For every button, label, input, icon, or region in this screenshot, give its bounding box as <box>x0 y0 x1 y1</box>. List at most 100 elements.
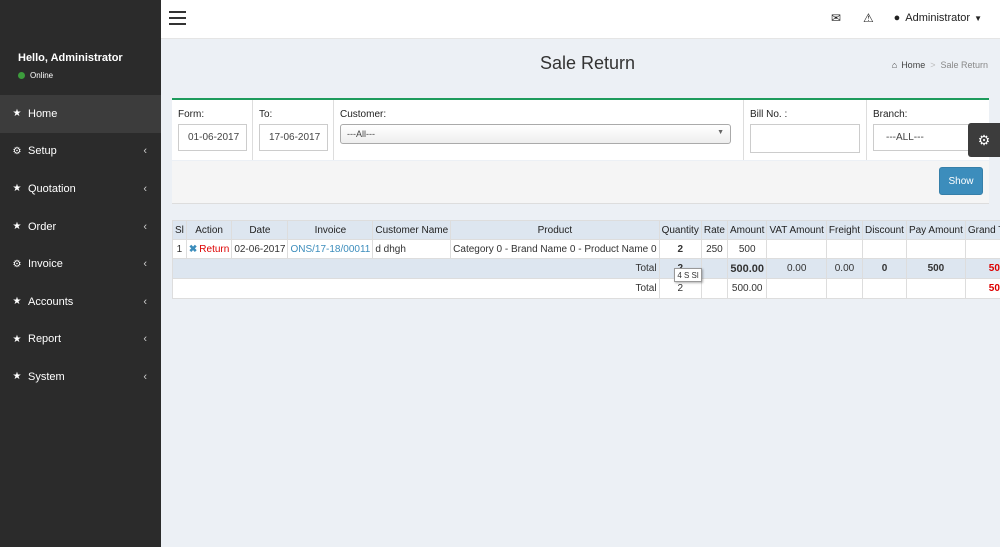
total-pay <box>905 278 966 299</box>
return-action-link[interactable]: ✖ Return <box>185 239 233 259</box>
gears-icon: ⚙ <box>12 258 22 270</box>
branch-label: Branch: <box>873 109 908 120</box>
breadcrumb-separator: > <box>930 60 936 70</box>
col-pay-amount: Pay Amount <box>905 220 966 240</box>
col-sl: Sl <box>172 220 187 240</box>
chevron-left-icon: ‹ <box>143 258 147 271</box>
show-button[interactable]: Show <box>939 167 983 195</box>
filter-footer: Show <box>172 161 989 204</box>
cell-quantity: 2 <box>658 239 702 259</box>
settings-gear-icon[interactable]: ⚙ <box>968 123 1000 157</box>
close-icon: ✖ <box>188 243 198 255</box>
star-icon: ★ <box>12 333 22 345</box>
sidebar-item-system[interactable]: ★ System ‹ <box>0 358 161 396</box>
breadcrumb-home[interactable]: Home <box>901 60 925 70</box>
col-customer: Customer Name <box>372 220 452 240</box>
cell-discount <box>862 239 907 259</box>
envelope-icon[interactable]: ✉ <box>831 11 841 25</box>
total-label: Total <box>172 258 660 279</box>
hamburger-menu-icon[interactable] <box>169 11 186 25</box>
user-menu[interactable]: ● Administrator ▼ <box>894 12 982 24</box>
total-rate <box>700 258 728 279</box>
total-freight: 0.00 <box>825 258 864 279</box>
breadcrumb: ⌂ Home > Sale Return <box>892 60 988 70</box>
from-date-group: Form: 01-06-2017 <box>172 100 253 160</box>
star-icon: ★ <box>12 296 22 308</box>
col-action: Action <box>185 220 233 240</box>
to-date-input[interactable]: 17-06-2017 <box>259 124 328 151</box>
total-discount: 0 <box>862 258 907 279</box>
sidebar-item-label: Setup <box>28 145 57 158</box>
user-greeting: Hello, Administrator <box>18 52 123 64</box>
total-vat <box>766 278 827 299</box>
total-grand: 500.00 <box>964 278 1000 299</box>
table-row: 1 ✖ Return 02-06-2017 ONS/17-18/00011 d d… <box>172 239 1000 259</box>
chevron-left-icon: ‹ <box>143 220 147 233</box>
results-table-wrap: Sl Action Date Invoice Customer Name Pro… <box>172 220 1000 299</box>
total-row: Total 2 500.00 500.00 <box>172 278 1000 299</box>
total-label: Total <box>172 278 660 299</box>
to-date-label: To: <box>259 109 273 120</box>
col-rate: Rate <box>700 220 728 240</box>
star-icon: ★ <box>12 183 22 195</box>
user-panel: Hello, Administrator Online <box>0 0 161 95</box>
col-amount: Amount <box>726 220 768 240</box>
branch-select[interactable]: ---ALL--- ▼ <box>873 124 981 151</box>
sidebar-item-report[interactable]: ★ Report ‹ <box>0 321 161 359</box>
total-freight <box>825 278 864 299</box>
from-date-label: Form: <box>178 109 205 120</box>
col-vat: VAT Amount <box>766 220 827 240</box>
warning-icon[interactable]: ⚠ <box>863 11 874 25</box>
gears-icon: ⚙ <box>12 145 22 157</box>
star-icon: ★ <box>12 221 22 233</box>
chevron-down-icon: ▼ <box>717 129 724 136</box>
sidebar-item-label: System <box>28 370 65 383</box>
sidebar-item-label: Quotation <box>28 182 76 195</box>
sidebar-item-label: Invoice <box>28 258 63 271</box>
sidebar-item-label: Order <box>28 220 57 233</box>
total-row: Total 2 500.00 0.00 0.00 0 500 500.00 <box>172 258 1000 279</box>
customer-select[interactable]: ---All--- ▼ <box>340 124 731 144</box>
sidebar-item-label: Home <box>28 107 58 120</box>
cell-sl: 1 <box>172 239 187 259</box>
total-discount <box>862 278 907 299</box>
invoice-link[interactable]: ONS/17-18/00011 <box>287 239 374 259</box>
chevron-left-icon: ‹ <box>143 182 147 195</box>
total-grand: 500.00 <box>964 258 1000 279</box>
dashboard-icon: ★ <box>12 108 22 120</box>
breadcrumb-current: Sale Return <box>940 60 988 70</box>
page-title: Sale Return <box>540 53 636 73</box>
cell-customer: d dhgh <box>372 239 452 259</box>
total-amount: 500.00 <box>726 258 768 279</box>
cell-product: Category 0 - Brand Name 0 - Product Name… <box>450 239 660 259</box>
cell-rate: 250 <box>700 239 728 259</box>
caret-down-icon: ▼ <box>974 13 982 23</box>
chevron-left-icon: ‹ <box>143 295 147 308</box>
col-product: Product <box>450 220 660 240</box>
user-icon: ● <box>893 12 901 24</box>
customer-group: Customer: ---All--- ▼ <box>334 100 744 160</box>
sidebar-item-invoice[interactable]: ⚙ Invoice ‹ <box>0 245 161 283</box>
tooltip: 4 S Sl <box>674 268 702 282</box>
sidebar-item-label: Accounts <box>28 295 74 308</box>
col-grand-total: Grand Total <box>964 220 1000 240</box>
sidebar: Hello, Administrator Online ★ Home ⚙ Set… <box>0 0 161 547</box>
bill-input[interactable] <box>750 124 860 153</box>
sidebar-item-home[interactable]: ★ Home <box>0 95 161 133</box>
sidebar-item-label: Report <box>28 333 62 346</box>
from-date-input[interactable]: 01-06-2017 <box>178 124 247 151</box>
customer-select-value: ---All--- <box>347 129 375 139</box>
chevron-left-icon: ‹ <box>143 333 147 346</box>
user-status: Online <box>18 71 161 80</box>
total-vat: 0.00 <box>766 258 827 279</box>
sidebar-item-order[interactable]: ★ Order ‹ <box>0 208 161 246</box>
topbar: ✉ ⚠ ● Administrator ▼ <box>161 0 1000 39</box>
sidebar-item-quotation[interactable]: ★ Quotation ‹ <box>0 170 161 208</box>
col-invoice: Invoice <box>287 220 374 240</box>
user-menu-label: Administrator <box>905 12 971 24</box>
results-table: Sl Action Date Invoice Customer Name Pro… <box>172 220 1000 299</box>
sidebar-item-setup[interactable]: ⚙ Setup ‹ <box>0 133 161 171</box>
bill-label: Bill No. : <box>750 109 788 120</box>
sidebar-item-accounts[interactable]: ★ Accounts ‹ <box>0 283 161 321</box>
chevron-left-icon: ‹ <box>143 370 147 383</box>
